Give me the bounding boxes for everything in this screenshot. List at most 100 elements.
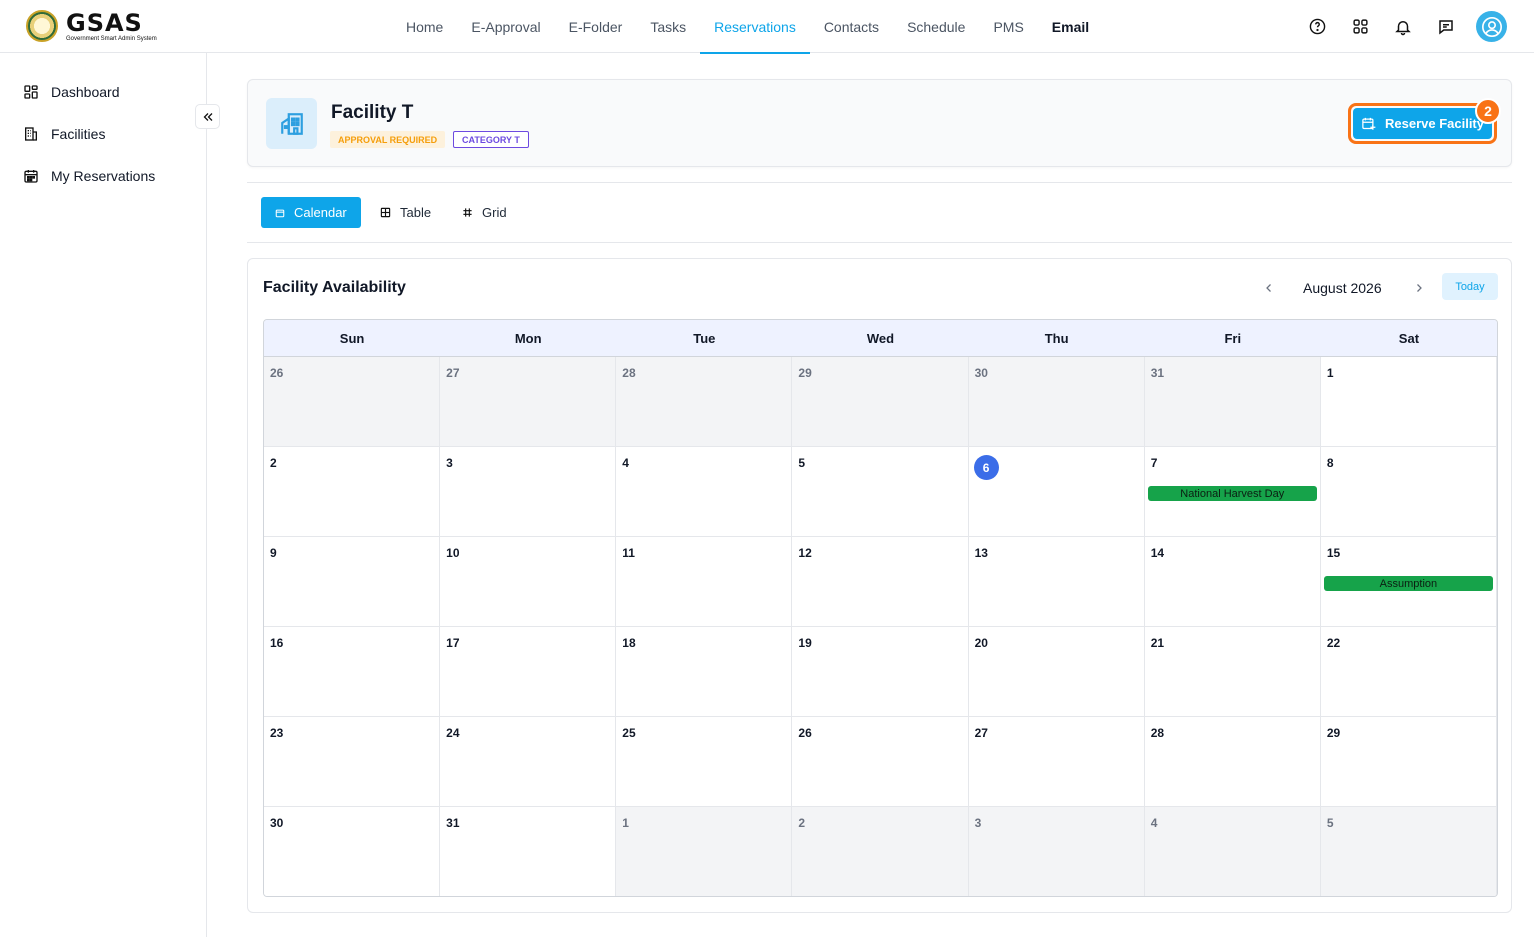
- day-number: 21: [1150, 636, 1165, 650]
- calendar-day-cell[interactable]: 3: [968, 807, 1145, 896]
- weekday-sat: Sat: [1398, 331, 1420, 346]
- app-logo[interactable]: GSAS Government Smart Admin System: [26, 10, 157, 42]
- calendar-day-cell[interactable]: 5: [1320, 807, 1497, 896]
- calendar-day-cell[interactable]: 14: [1144, 537, 1321, 627]
- calendar-day-cell[interactable]: 1: [1320, 357, 1497, 447]
- calendar-icon: [275, 209, 285, 217]
- holiday-event[interactable]: National Harvest Day: [1147, 486, 1317, 501]
- calendar-day-cell[interactable]: 3: [440, 447, 617, 537]
- sidebar-item-my-reservations[interactable]: My Reservations: [23, 168, 155, 184]
- calendar-day-cell[interactable]: 2: [264, 447, 441, 537]
- calendar-day-cell[interactable]: 16: [264, 627, 441, 717]
- nav-schedule[interactable]: Schedule: [893, 0, 979, 53]
- previous-month-button[interactable]: [1258, 277, 1280, 299]
- nav-home[interactable]: Home: [392, 0, 457, 53]
- tab-label: Grid: [482, 205, 507, 220]
- calendar-day-cell[interactable]: 29: [792, 357, 969, 447]
- sidebar-collapse-button[interactable]: [195, 104, 220, 129]
- sidebar-item-label: My Reservations: [51, 168, 156, 184]
- chat-icon[interactable]: [1436, 17, 1456, 37]
- nav-pms[interactable]: PMS: [979, 0, 1037, 53]
- nav-e-approval[interactable]: E-Approval: [457, 0, 554, 53]
- day-number: 11: [622, 546, 635, 560]
- calendar-day-cell[interactable]: 12: [792, 537, 969, 627]
- tab-table[interactable]: Table: [366, 197, 445, 228]
- calendar-day-cell[interactable]: 17: [440, 627, 617, 717]
- sidebar-item-label: Dashboard: [51, 84, 120, 100]
- day-number: 29: [1326, 726, 1341, 740]
- calendar-plus-icon: [1362, 117, 1376, 130]
- calendar-day-cell[interactable]: 13: [968, 537, 1145, 627]
- calendar-day-cell[interactable]: 28: [616, 357, 793, 447]
- calendar-day-cell[interactable]: 22: [1320, 627, 1497, 717]
- calendar-day-cell[interactable]: 23: [264, 717, 441, 807]
- day-number: 10: [446, 546, 460, 560]
- bell-icon[interactable]: [1393, 17, 1413, 37]
- weekday-wed: Wed: [866, 331, 895, 346]
- day-number: 9: [270, 546, 277, 560]
- calendar-day-cell[interactable]: 11: [616, 537, 793, 627]
- calendar-day-cell[interactable]: 27: [968, 717, 1145, 807]
- sidebar-item-facilities[interactable]: Facilities: [23, 126, 105, 142]
- chevron-right-icon: [1417, 284, 1422, 292]
- day-number: 26: [270, 366, 284, 380]
- calendar-day-cell[interactable]: 4: [616, 447, 793, 537]
- nav-tasks[interactable]: Tasks: [636, 0, 700, 53]
- day-number: 2: [270, 456, 277, 470]
- calendar-day-cell[interactable]: 19: [792, 627, 969, 717]
- day-number: 12: [798, 546, 812, 560]
- apps-grid-icon[interactable]: [1350, 17, 1370, 37]
- day-number: 2: [798, 816, 806, 830]
- calendar-day-cell[interactable]: 2: [792, 807, 969, 896]
- tab-grid[interactable]: Grid: [448, 197, 521, 228]
- calendar-day-cell[interactable]: 28: [1144, 717, 1321, 807]
- calendar-day-cell[interactable]: 25: [616, 717, 793, 807]
- facility-name: Facility T: [331, 102, 414, 123]
- calendar-day-cell[interactable]: 8: [1320, 447, 1497, 537]
- calendar-day-cell[interactable]: 29: [1320, 717, 1497, 807]
- calendar-day-cell[interactable]: 30: [264, 807, 441, 896]
- next-month-button[interactable]: [1408, 277, 1430, 299]
- nav-e-folder[interactable]: E-Folder: [555, 0, 637, 53]
- calendar-day-cell[interactable]: 1: [616, 807, 793, 896]
- help-icon[interactable]: [1307, 17, 1327, 37]
- nav-reservations[interactable]: Reservations: [700, 0, 810, 54]
- calendar-day-cell[interactable]: 21: [1144, 627, 1321, 717]
- facility-building-icon: [266, 98, 317, 149]
- availability-title: Facility Availability: [263, 279, 406, 296]
- calendar-day-cell[interactable]: 31: [1144, 357, 1321, 447]
- reserve-facility-button[interactable]: Reserve Facility: [1353, 108, 1492, 139]
- user-avatar[interactable]: [1476, 11, 1507, 42]
- today-day-number: 6: [973, 455, 999, 480]
- calendar-day-cell[interactable]: 30: [968, 357, 1145, 447]
- calendar-day-cell[interactable]: 18: [616, 627, 793, 717]
- calendar-day-cell[interactable]: 7 National Harvest Day: [1144, 447, 1321, 537]
- facility-header-card: Facility T APPROVAL REQUIRED CATEGORY T …: [247, 79, 1512, 167]
- calendar-day-cell[interactable]: 9: [264, 537, 441, 627]
- calendar-day-cell[interactable]: 10: [440, 537, 617, 627]
- calendar-day-cell[interactable]: 27: [440, 357, 617, 447]
- sidebar-item-label: Facilities: [51, 126, 106, 142]
- nav-email[interactable]: Email: [1038, 0, 1103, 53]
- day-number: 4: [1150, 816, 1158, 830]
- calendar-day-cell[interactable]: 26: [792, 717, 969, 807]
- day-number: 29: [798, 366, 812, 380]
- current-month-label: August 2026: [1303, 280, 1382, 296]
- holiday-event[interactable]: Assumption: [1323, 576, 1493, 591]
- nav-contacts[interactable]: Contacts: [810, 0, 893, 53]
- calendar-day-cell[interactable]: 6: [968, 447, 1145, 537]
- calendar-day-cell[interactable]: 31: [440, 807, 617, 896]
- tab-calendar[interactable]: Calendar: [261, 197, 361, 228]
- today-button[interactable]: Today: [1442, 273, 1498, 300]
- calendar-day-cell[interactable]: 20: [968, 627, 1145, 717]
- weekday-header: Sun Mon Tue Wed Thu Fri Sat: [264, 320, 1497, 357]
- calendar-day-cell[interactable]: 5: [792, 447, 969, 537]
- calendar-day-cell[interactable]: 15 Assumption: [1320, 537, 1497, 627]
- sidebar-item-dashboard[interactable]: Dashboard: [23, 84, 120, 100]
- calendar-day-cell[interactable]: 26: [264, 357, 441, 447]
- main-nav: Home E-Approval E-Folder Tasks Reservati…: [392, 0, 1103, 54]
- day-number: 3: [974, 816, 982, 830]
- calendar-day-cell[interactable]: 24: [440, 717, 617, 807]
- day-number: 18: [622, 636, 636, 650]
- calendar-day-cell[interactable]: 4: [1144, 807, 1321, 896]
